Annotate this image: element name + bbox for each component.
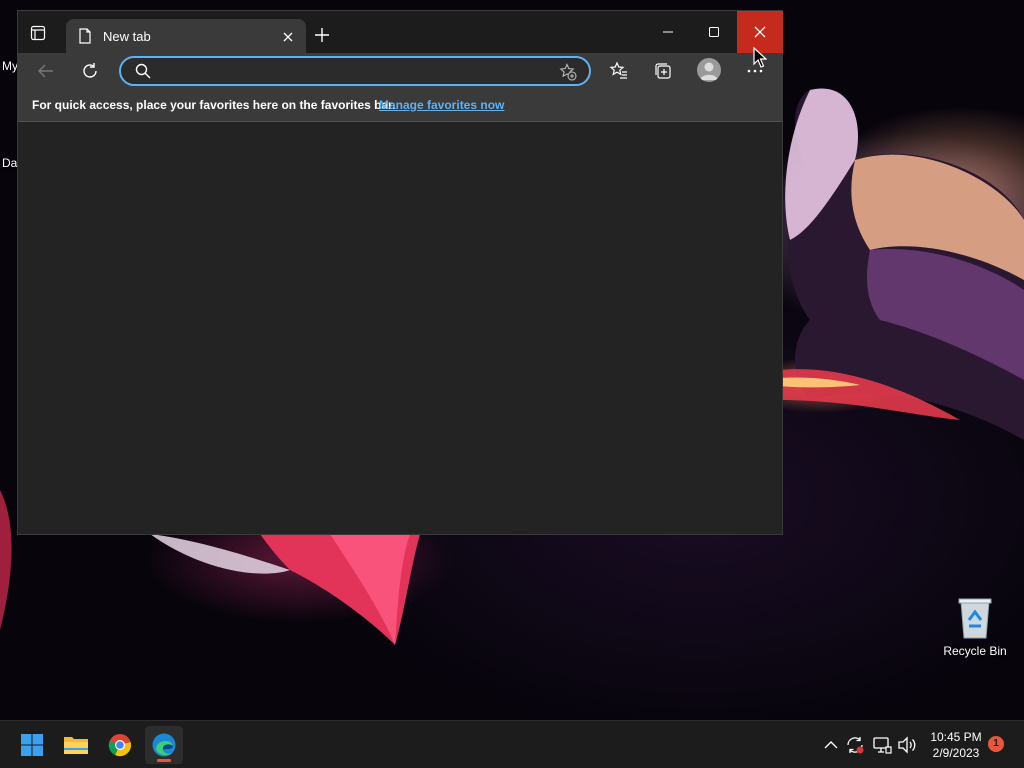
- tab-close-button[interactable]: [280, 29, 296, 45]
- manage-favorites-link[interactable]: Manage favorites now: [379, 98, 504, 112]
- mouse-cursor-icon: [753, 47, 767, 68]
- clock-time: 10:45 PM: [930, 730, 982, 744]
- address-input[interactable]: [161, 62, 551, 80]
- page-icon: [79, 28, 91, 44]
- edge-icon: [152, 733, 176, 757]
- show-hidden-icons-button[interactable]: [821, 735, 841, 755]
- volume-button[interactable]: [897, 735, 917, 755]
- title-bar: New tab: [18, 11, 783, 53]
- taskbar: 10:45 PM 2/9/2023 1: [0, 720, 1024, 768]
- speaker-icon: [898, 736, 916, 754]
- tab-actions-icon: [30, 25, 46, 41]
- clock-date: 2/9/2023: [932, 746, 980, 760]
- folder-icon: [64, 737, 88, 754]
- taskbar-file-explorer[interactable]: [57, 726, 95, 764]
- back-arrow-icon: [38, 64, 53, 78]
- sync-icon: [847, 737, 864, 754]
- minimize-button[interactable]: [645, 11, 691, 53]
- back-button[interactable]: [34, 59, 58, 83]
- favorites-bar: For quick access, place your favorites h…: [18, 89, 782, 122]
- collections-button[interactable]: [651, 59, 675, 83]
- collections-icon: [655, 63, 671, 79]
- profile-button[interactable]: [697, 58, 721, 82]
- wallpaper-swirl-right: [780, 88, 1024, 440]
- browser-toolbar: [18, 53, 782, 89]
- profile-icon: [700, 62, 718, 80]
- star-plus-icon[interactable]: [559, 63, 577, 81]
- chevron-up-icon: [824, 741, 838, 749]
- favorites-icon: [609, 61, 627, 79]
- windows-start-icon: [21, 734, 43, 756]
- favorites-bar-message: For quick access, place your favorites h…: [32, 98, 396, 112]
- active-app-indicator: [157, 759, 171, 762]
- minimize-icon: [663, 31, 673, 33]
- refresh-button[interactable]: [78, 59, 102, 83]
- start-button[interactable]: [13, 726, 51, 764]
- desktop-icon-label-fragment[interactable]: Da: [2, 156, 17, 170]
- taskbar-edge[interactable]: [145, 726, 183, 764]
- network-icon: [873, 737, 892, 754]
- tab-new-tab[interactable]: New tab: [66, 19, 306, 53]
- maximize-button[interactable]: [691, 11, 737, 53]
- recycle-bin[interactable]: Recycle Bin: [940, 596, 1010, 658]
- chrome-icon: [108, 734, 131, 757]
- tab-actions-button[interactable]: [28, 23, 48, 43]
- page-content-area[interactable]: [18, 122, 782, 534]
- favorites-button[interactable]: [607, 59, 631, 83]
- taskbar-chrome[interactable]: [101, 726, 139, 764]
- sync-status-button[interactable]: [845, 735, 865, 755]
- notification-badge[interactable]: 1: [988, 736, 1004, 752]
- maximize-icon: [709, 27, 719, 37]
- recycle-bin-label: Recycle Bin: [943, 644, 1007, 658]
- address-bar[interactable]: [119, 56, 591, 86]
- tab-title: New tab: [103, 29, 151, 44]
- refresh-icon: [83, 63, 97, 78]
- taskbar-clock[interactable]: 10:45 PM 2/9/2023: [926, 729, 986, 761]
- network-button[interactable]: [872, 735, 892, 755]
- browser-window: New tab For quick access, place your fav…: [17, 10, 783, 535]
- search-icon: [135, 63, 151, 79]
- desktop-icon-label-fragment[interactable]: My: [2, 59, 18, 73]
- recycle-bin-icon: [958, 598, 992, 639]
- new-tab-button[interactable]: [314, 27, 330, 43]
- close-icon: [754, 26, 766, 38]
